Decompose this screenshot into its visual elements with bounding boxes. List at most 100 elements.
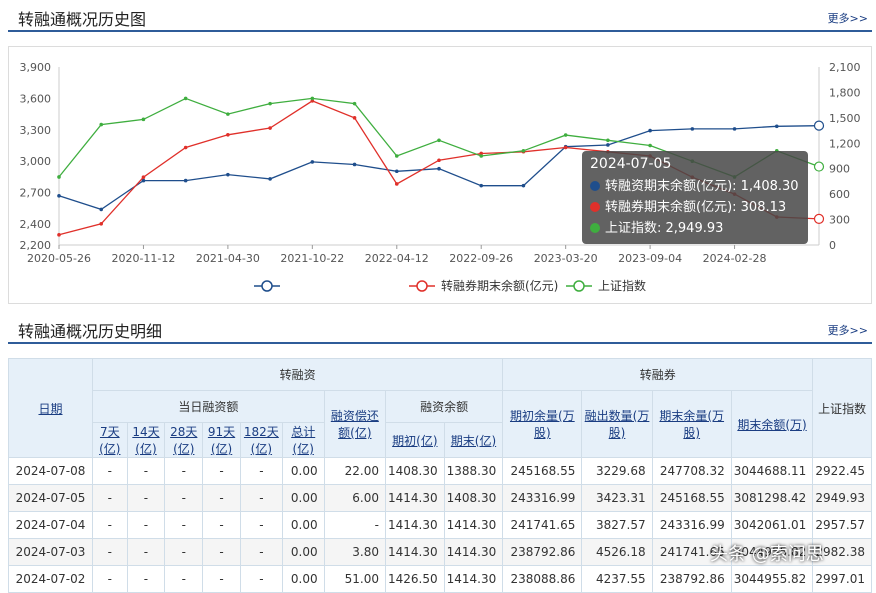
data-point: [479, 183, 484, 188]
table-cell: -: [202, 565, 241, 593]
repay-header[interactable]: 融资偿还额(亿): [323, 390, 387, 458]
data-point: [394, 182, 399, 186]
table-cell: 2949.93: [812, 484, 872, 512]
term-91-header[interactable]: 91天(亿): [202, 422, 241, 458]
data-point: [352, 116, 357, 120]
balance-close-header[interactable]: 期末(亿): [443, 422, 504, 458]
data-point: [57, 233, 61, 237]
table-cell: 2997.01: [812, 565, 872, 593]
table-cell: -: [126, 457, 166, 485]
data-point: [479, 154, 484, 158]
table-cell: -: [126, 538, 166, 566]
data-point: [226, 133, 230, 137]
table-cell: -: [92, 457, 128, 485]
table-cell: 3423.31: [581, 484, 653, 512]
x-tick-label: 2023-09-04: [618, 252, 682, 265]
y-left-tick-label: 3,000: [20, 155, 52, 168]
table-cell: 238088.86: [502, 565, 583, 593]
x-tick-label: 2020-05-26: [27, 252, 91, 265]
data-point: [352, 101, 357, 106]
watermark-text: 头条 @索问思: [710, 544, 824, 565]
y-right-tick-label: 1,800: [829, 86, 861, 99]
table-cell: 3229.68: [581, 457, 653, 485]
detail-more-link[interactable]: 更多>>: [828, 322, 868, 338]
table-cell: 3044688.11: [730, 457, 814, 485]
table-cell: 1414.30: [443, 565, 504, 593]
sec-close-volume-header[interactable]: 期末余量(万股): [651, 390, 732, 458]
y-right-tick-label: 1,200: [829, 137, 861, 150]
detail-header: 转融通概况历史明细 更多>>: [8, 314, 872, 344]
sec-lent-volume-header[interactable]: 融出数量(万股): [581, 390, 653, 458]
term-7-header[interactable]: 7天(亿): [92, 422, 128, 458]
x-tick-label: 2022-09-26: [449, 252, 513, 265]
table-cell: -: [164, 484, 204, 512]
legend-marker-icon: [416, 280, 428, 292]
y-right-tick-label: 2,100: [829, 61, 861, 74]
sec-close-balance-header[interactable]: 期末余额(万): [730, 390, 814, 458]
data-point: [563, 145, 568, 150]
row-date: 2024-07-05: [8, 484, 93, 512]
table-cell: -: [92, 511, 128, 539]
chart-panel: 3,900 3,600 3,300 3,000 2,700 2,400 2,200 2,100…: [8, 46, 872, 304]
table-cell: -: [202, 457, 241, 485]
data-point: [563, 133, 568, 137]
table-cell: -: [239, 538, 283, 566]
x-tick-label: 2021-10-22: [280, 252, 344, 265]
table-cell: -: [164, 457, 204, 485]
balance-open-header[interactable]: 期初(亿): [385, 422, 445, 458]
term-182-header[interactable]: 182天(亿): [239, 422, 283, 458]
table-cell: -: [92, 565, 128, 593]
term-total-header[interactable]: 总计(亿): [281, 422, 325, 458]
data-point: [183, 178, 188, 183]
legend-marker-icon: [261, 280, 273, 292]
row-date: 2024-07-08: [8, 457, 93, 485]
x-tick-label: 2022-04-12: [365, 252, 429, 265]
legend-label: 上证指数: [598, 278, 646, 293]
blue-dot-icon: [590, 181, 600, 191]
table-cell: -: [126, 511, 166, 539]
y-left-tick-label: 2,400: [20, 218, 52, 231]
tooltip-row-index: 上证指数: 2,949.93: [590, 218, 800, 239]
green-dot-icon: [590, 223, 600, 233]
table-row: 2024-07-02- - - - -0.00 51.00 1426.50 1414.30 23…: [8, 565, 872, 593]
x-tick-label: 2024-02-28: [703, 252, 767, 265]
data-point: [394, 154, 399, 158]
table-cell: -: [202, 538, 241, 566]
data-point: [394, 169, 399, 174]
term-28-header[interactable]: 28天(亿): [164, 422, 204, 458]
data-point: [521, 183, 526, 188]
financing-header: 转融资: [91, 358, 504, 391]
overview-more-link[interactable]: 更多>>: [828, 10, 868, 26]
chart-tooltip: 2024-07-05 转融资期末余额(亿元): 1,408.30 转融券期末余额…: [582, 151, 808, 244]
term-14-header[interactable]: 14天(亿): [126, 422, 166, 458]
y-left-tick-label: 3,300: [20, 124, 52, 137]
row-date: 2024-07-02: [8, 565, 93, 593]
table-cell: 1414.30: [443, 511, 504, 539]
table-cell: 1414.30: [385, 538, 445, 566]
table-cell: -: [323, 511, 387, 539]
y-right-tick-label: 900: [829, 163, 850, 176]
balance-header: 融资余额: [385, 390, 504, 423]
table-cell: -: [202, 484, 241, 512]
table-cell: -: [164, 511, 204, 539]
data-point: [57, 175, 61, 179]
legend-marker-icon: [573, 280, 585, 292]
data-point: [141, 175, 146, 179]
table-cell: -: [239, 511, 283, 539]
tooltip-date: 2024-07-05: [590, 156, 672, 172]
table-cell: -: [164, 538, 204, 566]
row-date: 2024-07-03: [8, 538, 93, 566]
date-header[interactable]: 日期: [8, 358, 93, 458]
data-point: [437, 166, 441, 171]
data-point: [648, 128, 652, 133]
table-cell: 0.00: [281, 565, 325, 593]
table-cell: 241741.65: [502, 511, 583, 539]
sec-open-volume-header[interactable]: 期初余量(万股): [502, 390, 583, 458]
data-point: [732, 127, 737, 131]
table-cell: 3827.57: [581, 511, 653, 539]
data-point: [437, 138, 441, 143]
table-cell: -: [164, 565, 204, 593]
data-point: [352, 162, 357, 167]
data-point: [226, 112, 230, 116]
y-right-tick-label: 600: [829, 188, 850, 201]
